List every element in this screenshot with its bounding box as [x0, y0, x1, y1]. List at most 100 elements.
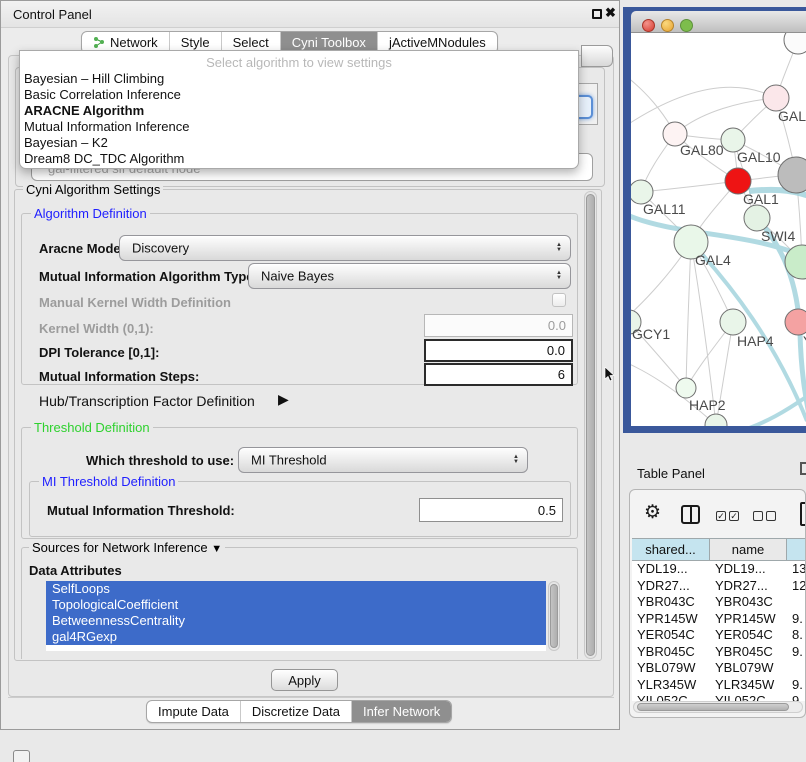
data-attributes-label: Data Attributes: [29, 563, 122, 578]
table-row[interactable]: YDL19...YDL19...13: [632, 561, 806, 578]
tab-impute-data[interactable]: Impute Data: [147, 701, 240, 722]
dpi-tolerance-field[interactable]: 0.0: [424, 339, 573, 362]
table-cell[interactable]: YBR045C: [710, 644, 787, 661]
table-cell[interactable]: YLR345W: [710, 677, 787, 694]
table-cell[interactable]: YDL19...: [710, 561, 787, 578]
algorithm-dropdown-item[interactable]: Mutual Information Inference: [24, 119, 574, 135]
table-cell[interactable]: YBL079W: [632, 660, 710, 677]
table-cell[interactable]: YBL079W: [710, 660, 787, 677]
table-row[interactable]: YBR045CYBR045C9.: [632, 644, 806, 661]
table-cell[interactable]: YIL052C: [710, 693, 787, 701]
control-panel-titlebar: Control Panel ✖: [1, 1, 619, 28]
table-cell[interactable]: YDR27...: [710, 578, 787, 595]
network-node[interactable]: [705, 414, 727, 426]
network-node-y[interactable]: [785, 309, 806, 335]
network-node-label: HAP2: [689, 397, 726, 413]
data-attribute-item[interactable]: TopologicalCoefficient: [46, 597, 546, 613]
table-panel-title: Table Panel: [637, 466, 705, 481]
minimize-traffic-light-icon[interactable]: [661, 19, 674, 32]
table-row[interactable]: YDR27...YDR27...12: [632, 578, 806, 595]
table-cell[interactable]: 9.: [787, 677, 806, 694]
collapse-arrow-icon[interactable]: ▼: [211, 543, 222, 555]
tab-infer-network[interactable]: Infer Network: [351, 701, 451, 722]
table-row[interactable]: YIL052CYIL052C9: [632, 693, 806, 701]
network-node-hap2[interactable]: [676, 378, 696, 398]
separator: [8, 697, 614, 698]
expand-arrow-icon[interactable]: ▶: [278, 391, 289, 408]
column-view-icon[interactable]: [681, 505, 700, 524]
table-rows: YDL19...YDL19...13YDR27...YDR27...12YBR0…: [632, 561, 806, 701]
table-cell[interactable]: YLR345W: [632, 677, 710, 694]
kernel-width-field[interactable]: 0.0: [424, 314, 573, 337]
tab-discretize-data[interactable]: Discretize Data: [240, 701, 351, 722]
algorithm-dropdown-item[interactable]: Basic Correlation Inference: [24, 87, 574, 103]
settings-scrollbar-thumb[interactable]: [586, 194, 595, 656]
algorithm-dropdown-item[interactable]: ARACNE Algorithm: [24, 103, 574, 119]
table-cell[interactable]: YIL052C: [632, 693, 710, 701]
attributes-scrollbar-thumb[interactable]: [550, 584, 558, 648]
settings-scrollbar[interactable]: [584, 191, 597, 659]
table-hscrollbar[interactable]: [633, 701, 803, 713]
which-threshold-combobox[interactable]: MI Threshold ▲▼: [238, 447, 528, 473]
network-node[interactable]: [784, 33, 806, 54]
algorithm-dropdown-item[interactable]: Bayesian – K2: [24, 135, 574, 151]
table-cell[interactable]: YBR043C: [710, 594, 787, 611]
algorithm-combobox-fragment[interactable]: [581, 45, 613, 67]
zoom-traffic-light-icon[interactable]: [680, 19, 693, 32]
table-cell[interactable]: YPR145W: [710, 611, 787, 628]
network-canvas[interactable]: GALGAL80GAL10GAL1GAL11SWI4GAL4GCY1HAP4YH…: [631, 33, 806, 426]
column-header-shared[interactable]: shared...: [632, 538, 710, 561]
table-cell[interactable]: YDL19...: [632, 561, 710, 578]
table-cell[interactable]: 12: [787, 578, 806, 595]
table-row[interactable]: YER054CYER054C8.: [632, 627, 806, 644]
checked-box-icon[interactable]: ✓: [729, 511, 739, 521]
data-attribute-item[interactable]: SelfLoops: [46, 581, 546, 597]
minimized-panel-icon[interactable]: [13, 750, 30, 762]
algorithm-dropdown-item[interactable]: Bayesian – Hill Climbing: [24, 71, 574, 87]
unchecked-box-icon[interactable]: [766, 511, 776, 521]
table-panel-float-icon[interactable]: [800, 462, 806, 475]
data-attribute-item[interactable]: gal4RGexp: [46, 629, 546, 645]
table-cell[interactable]: YBR043C: [632, 594, 710, 611]
table-cell[interactable]: 8.: [787, 627, 806, 644]
table-cell[interactable]: YPR145W: [632, 611, 710, 628]
table-cell[interactable]: [787, 660, 806, 677]
network-node-hap4[interactable]: [720, 309, 746, 335]
network-window-titlebar[interactable]: [631, 11, 806, 33]
table-cell[interactable]: YBR045C: [632, 644, 710, 661]
table-cell[interactable]: 13: [787, 561, 806, 578]
manual-kernel-width-checkbox[interactable]: [552, 293, 566, 307]
column-header-shared-label: shared...: [645, 542, 696, 557]
table-hscrollbar-thumb[interactable]: [637, 703, 789, 711]
close-icon[interactable]: ✖: [605, 5, 616, 21]
column-header-partial[interactable]: [787, 538, 806, 561]
attributes-scrollbar[interactable]: [548, 581, 560, 651]
close-traffic-light-icon[interactable]: [642, 19, 655, 32]
gear-icon[interactable]: ⚙: [644, 501, 661, 524]
mi-steps-value: 6: [558, 367, 565, 382]
mi-threshold-field[interactable]: 0.5: [419, 498, 563, 522]
checked-box-icon[interactable]: ✓: [716, 511, 726, 521]
column-header-name[interactable]: name: [710, 538, 787, 561]
table-row[interactable]: YPR145WYPR145W9.: [632, 611, 806, 628]
mi-algorithm-type-label: Mutual Information Algorithm Type:: [39, 269, 258, 284]
table-row[interactable]: YBR043CYBR043C: [632, 594, 806, 611]
table-cell[interactable]: 9: [787, 693, 806, 701]
table-cell[interactable]: [787, 594, 806, 611]
table-row[interactable]: YBL079WYBL079W: [632, 660, 806, 677]
apply-button[interactable]: Apply: [271, 669, 338, 691]
table-cell[interactable]: YER054C: [710, 627, 787, 644]
mi-steps-field[interactable]: 6: [424, 363, 573, 386]
table-cell[interactable]: 9.: [787, 611, 806, 628]
float-window-icon[interactable]: [592, 9, 602, 19]
table-cell[interactable]: 9.: [787, 644, 806, 661]
document-icon-fragment[interactable]: [800, 502, 806, 526]
data-attribute-item[interactable]: BetweennessCentrality: [46, 613, 546, 629]
table-row[interactable]: YLR345WYLR345W9.: [632, 677, 806, 694]
mi-algorithm-type-combobox[interactable]: Naive Bayes ▲▼: [248, 263, 571, 289]
algorithm-dropdown-item[interactable]: Dream8 DC_TDC Algorithm: [24, 151, 574, 167]
table-cell[interactable]: YDR27...: [632, 578, 710, 595]
unchecked-box-icon[interactable]: [753, 511, 763, 521]
table-cell[interactable]: YER054C: [632, 627, 710, 644]
aracne-mode-combobox[interactable]: Discovery ▲▼: [119, 235, 571, 261]
